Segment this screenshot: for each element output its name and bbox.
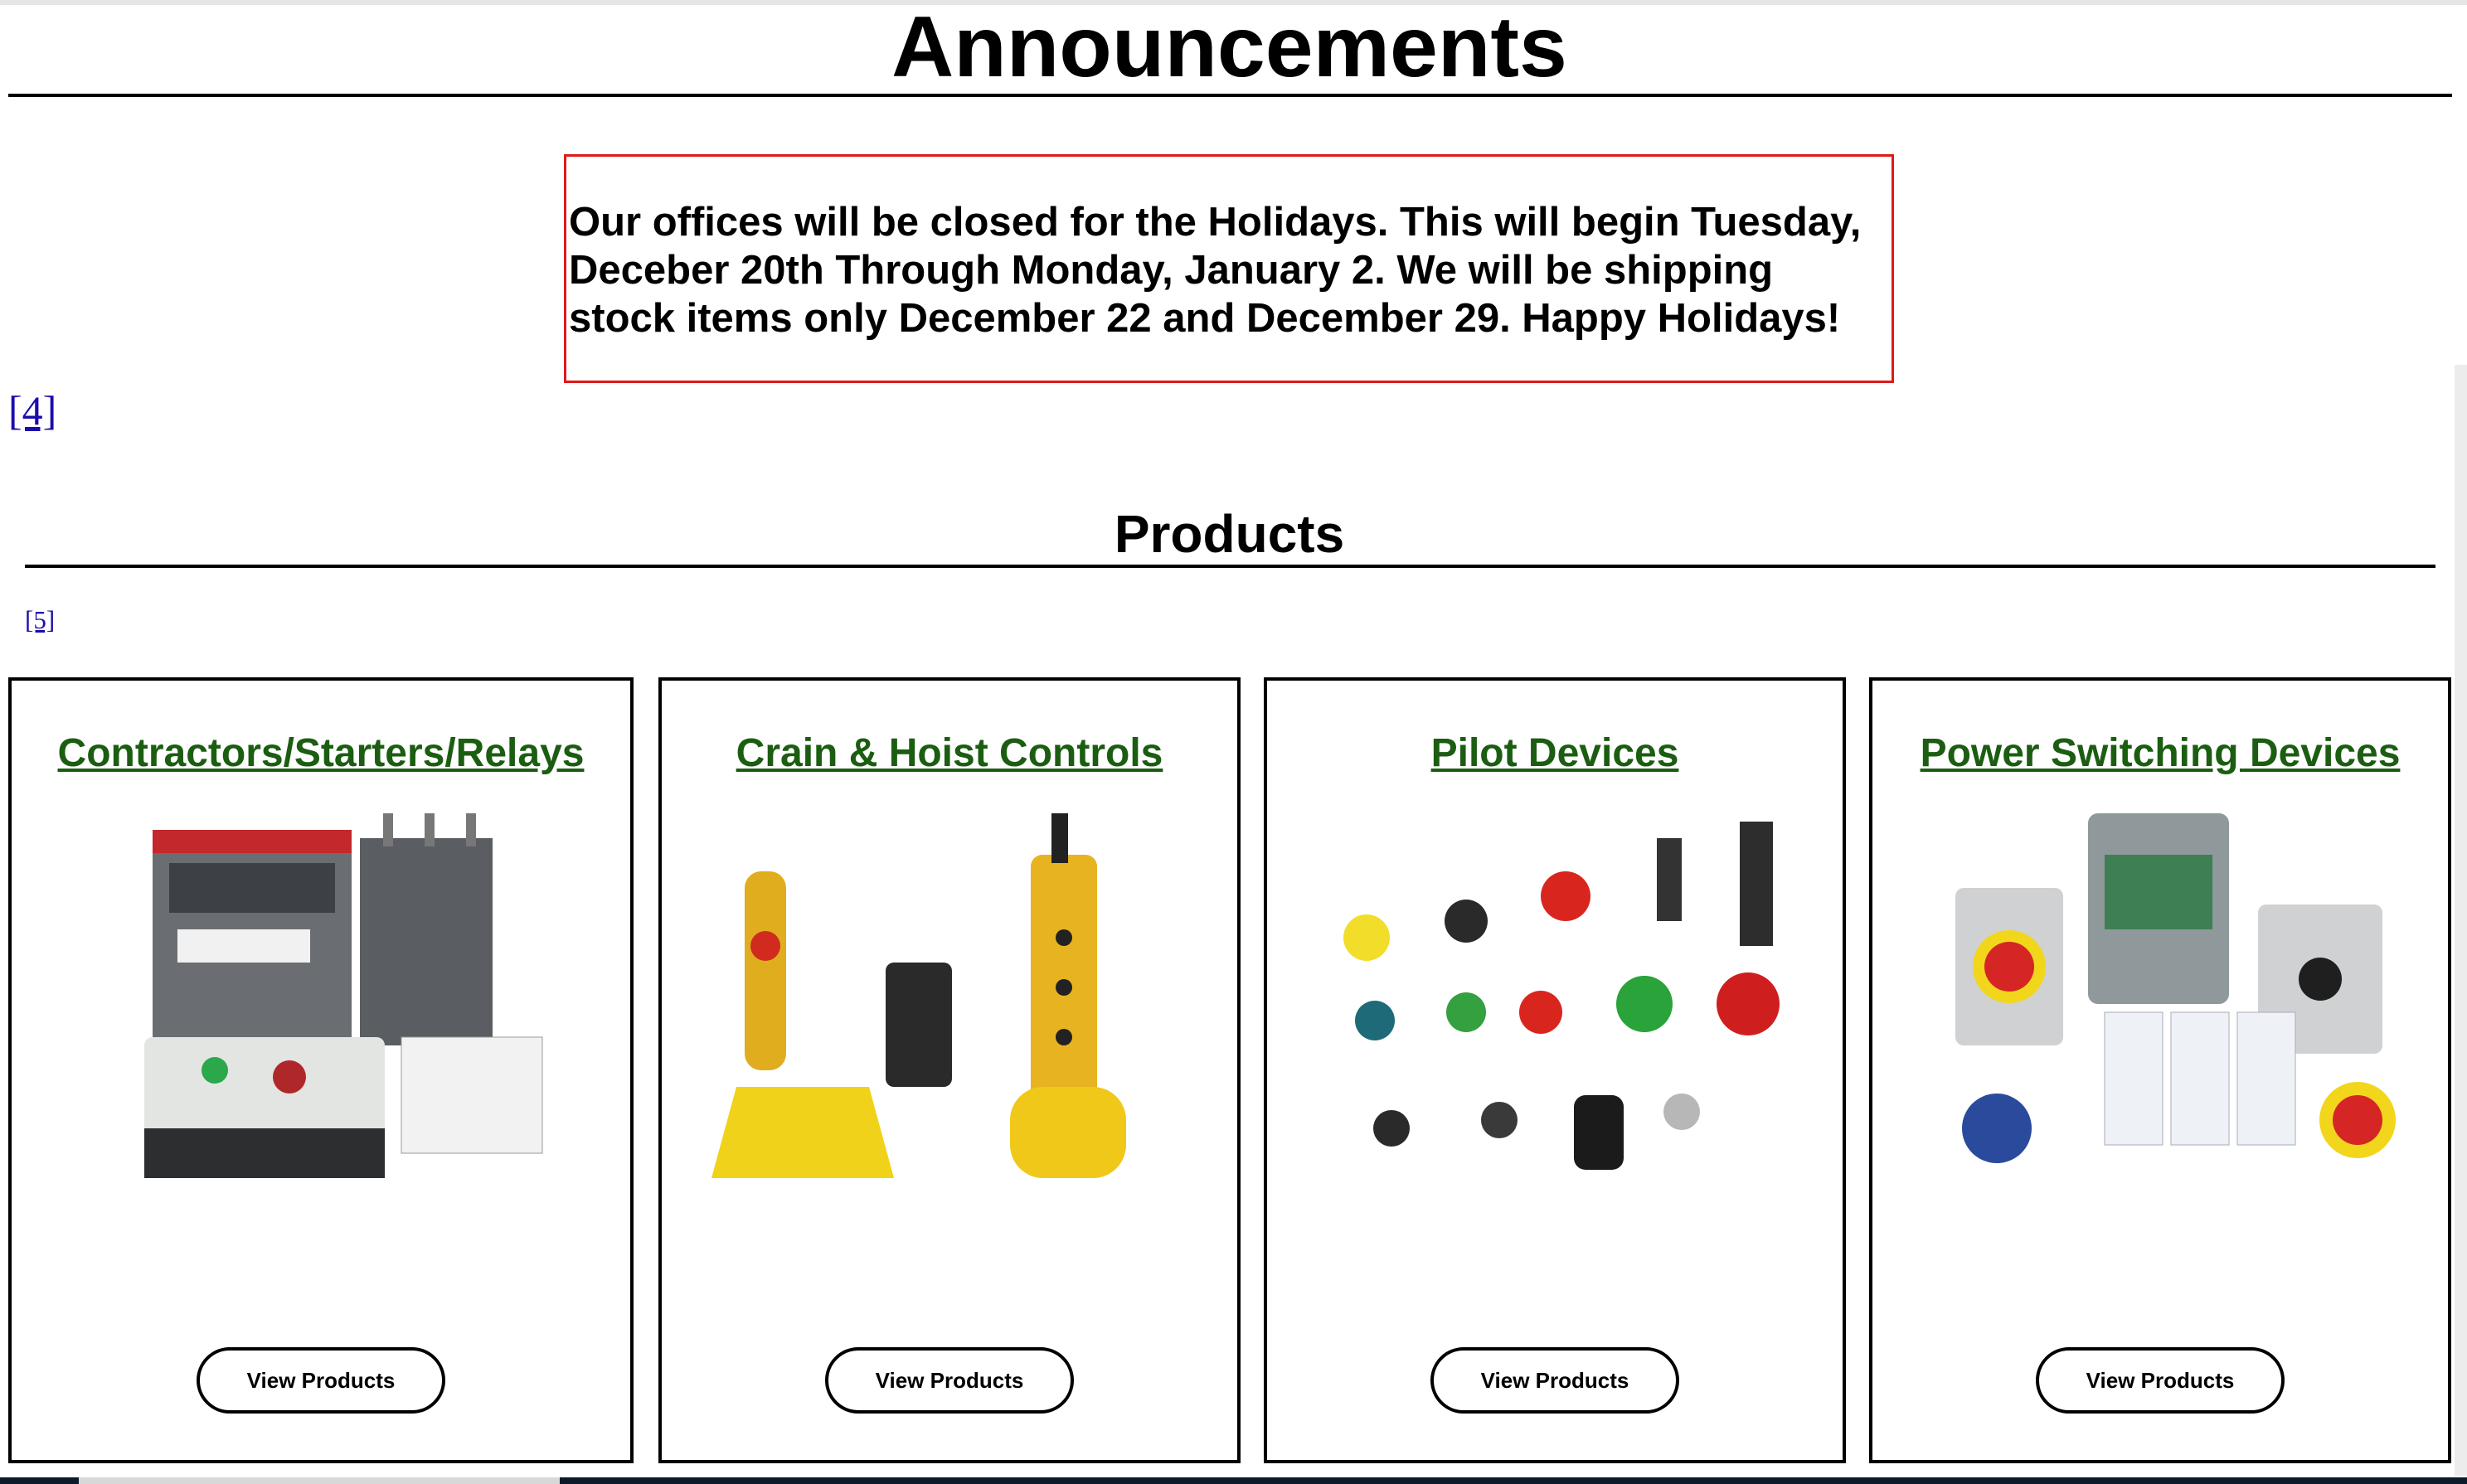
holiday-notice-box: Our offices will be closed for the Holid… [564, 154, 1894, 383]
vertical-scrollbar[interactable] [2455, 365, 2467, 1476]
products-ref-link[interactable]: [5] [25, 605, 55, 635]
notice-line: stock items only December 22 and Decembe… [569, 296, 1841, 341]
product-card-title-link[interactable]: Pilot Devices [1267, 729, 1843, 778]
product-card-power-switching: Power Switching Devices View Products [1869, 677, 2451, 1463]
view-products-button[interactable]: View Products [825, 1347, 1074, 1414]
products-heading: Products [1114, 504, 1345, 564]
taskbar-strip [0, 1477, 2467, 1484]
notice-line: Deceber 20th Through Monday, January 2. … [569, 248, 1774, 293]
contactors-starters-relays-photo [144, 813, 543, 1178]
product-card-contactors: Contractors/Starters/Relays View Product… [8, 677, 634, 1463]
product-card-crane-hoist: Crain & Hoist Controls View Products [658, 677, 1241, 1463]
view-products-button[interactable]: View Products [2036, 1347, 2285, 1414]
product-card-title-link[interactable]: Crain & Hoist Controls [662, 729, 1237, 778]
product-card-title-link[interactable]: Contractors/Starters/Relays [12, 729, 630, 778]
product-card-pilot-devices: Pilot Devices View Products [1264, 677, 1846, 1463]
crane-hoist-controls-photo [711, 813, 1126, 1178]
notice-line: Our offices will be closed for the Holid… [569, 200, 1862, 245]
announcements-heading: Announcements [891, 0, 1567, 95]
taskbar-tab[interactable] [79, 1477, 560, 1484]
products-divider [25, 565, 2435, 568]
view-products-button[interactable]: View Products [197, 1347, 445, 1414]
announcements-divider [8, 94, 2452, 97]
pilot-devices-photo [1343, 822, 1780, 1170]
product-card-title-link[interactable]: Power Switching Devices [1872, 729, 2448, 778]
announcement-ref-link[interactable]: [4] [8, 386, 56, 434]
view-products-button[interactable]: View Products [1430, 1347, 1679, 1414]
power-switching-devices-photo [1955, 813, 2396, 1163]
